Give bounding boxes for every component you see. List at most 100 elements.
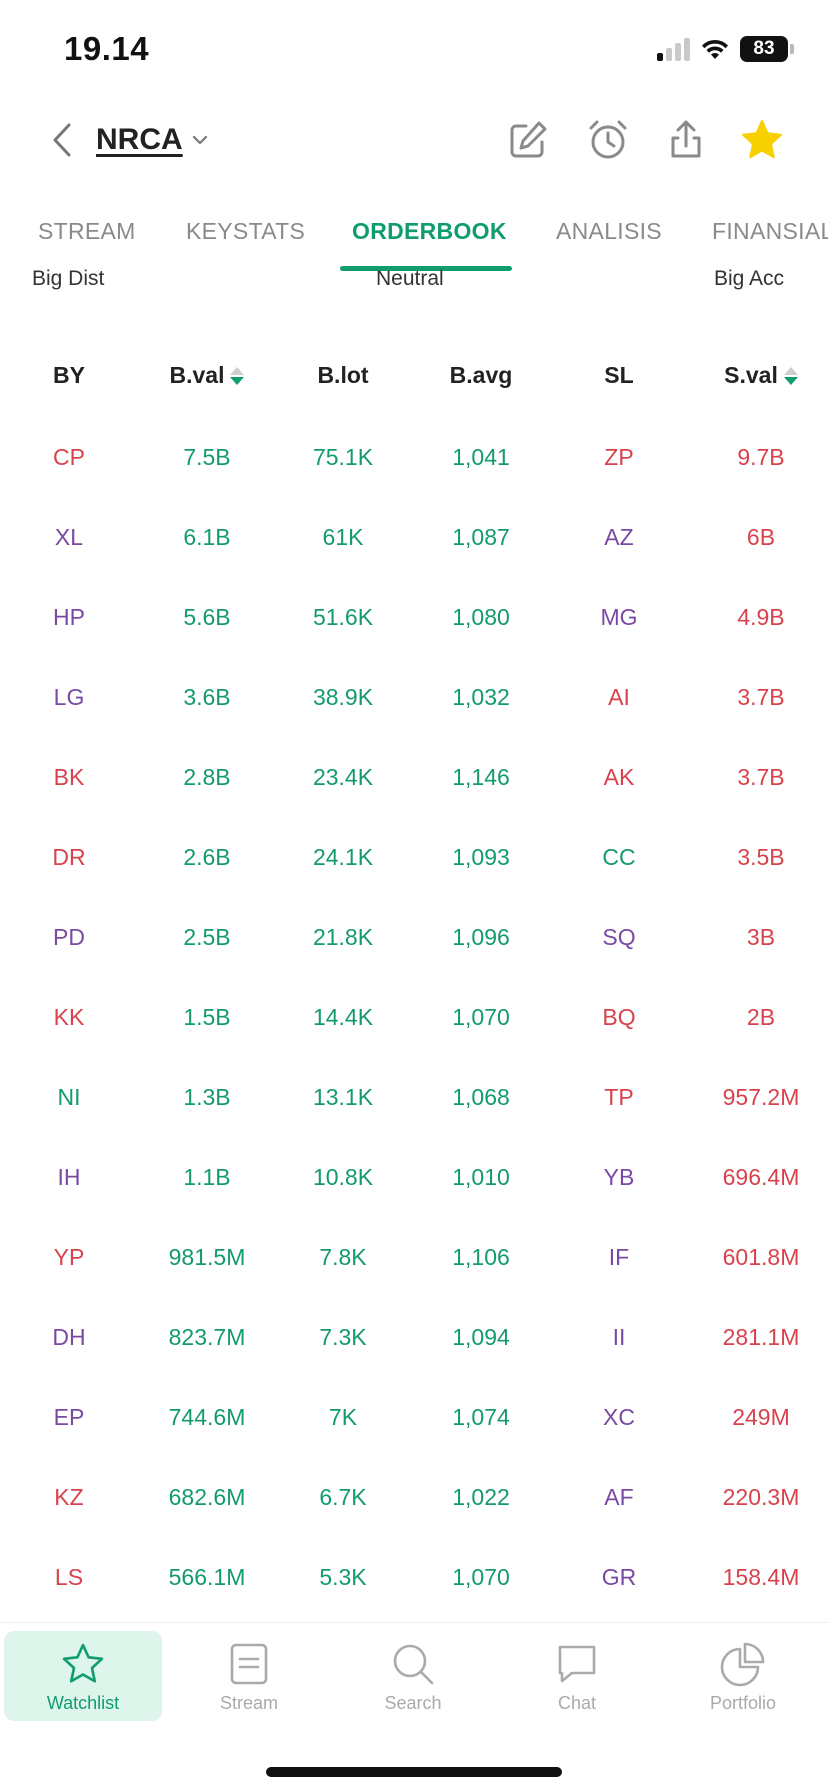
buy-lot-cell: 7K [328,1404,358,1430]
table-row[interactable]: LG 3.6B 38.9K 1,032 AI 3.7B [0,658,828,738]
buyer-broker-cell[interactable]: HP [4,604,134,631]
header-blot[interactable]: B.lot [278,362,408,389]
tab-keystats[interactable]: KEYSTATS [186,218,305,245]
buyer-broker-cell[interactable]: LS [4,1564,134,1591]
seller-broker-cell[interactable]: YB [554,1164,684,1191]
share-button[interactable] [662,116,710,164]
bottom-navigation: Watchlist Stream Search Chat Portfolio [0,1622,828,1792]
seller-broker-cell[interactable]: BQ [554,1004,684,1031]
buyer-broker-cell[interactable]: NI [4,1084,134,1111]
seller-broker-cell[interactable]: IF [554,1244,684,1271]
chat-icon [558,1645,596,1683]
status-icons: 83 [657,34,794,64]
buyer-broker-cell[interactable]: XL [4,524,134,551]
favorite-button[interactable] [738,116,786,164]
tab-analisis[interactable]: ANALISIS [556,218,662,245]
buyer-broker-cell[interactable]: CP [4,444,134,471]
home-indicator [266,1767,562,1777]
back-button[interactable] [40,118,84,162]
buyer-broker-cell[interactable]: BK [4,764,134,791]
nav-portfolio[interactable]: Portfolio [664,1631,822,1721]
table-row[interactable]: YP 981.5M 7.8K 1,106 IF 601.8M [0,1218,828,1298]
nav-stream[interactable]: Stream [170,1631,328,1721]
battery-icon: 83 [740,36,788,62]
star-icon [742,120,782,159]
seller-broker-cell[interactable]: AI [554,684,684,711]
document-icon [230,1643,268,1685]
tab-orderbook[interactable]: ORDERBOOK [352,218,507,245]
seller-broker-cell[interactable]: GR [554,1564,684,1591]
table-row[interactable]: PD 2.5B 21.8K 1,096 SQ 3B [0,898,828,978]
buy-avg-cell: 1,146 [452,764,510,790]
buy-value-cell: 3.6B [183,684,231,710]
buy-lot-cell: 10.8K [312,1164,374,1190]
ticker-selector[interactable]: NRCA [96,118,209,162]
header-sval-label: S.val [724,362,778,388]
tab-finansial[interactable]: FINANSIAL [712,218,828,245]
seller-broker-cell[interactable]: AZ [554,524,684,551]
nav-search[interactable]: Search [334,1631,492,1721]
nav-stream-label: Stream [219,1693,279,1713]
buyer-broker-cell[interactable]: KZ [4,1484,134,1511]
header-bval[interactable]: B.val [142,362,272,389]
buy-avg-cell: 1,041 [452,444,510,470]
buyer-broker-cell[interactable]: KK [4,1004,134,1031]
seller-broker-cell[interactable]: AF [554,1484,684,1511]
header: NRCA [0,100,828,184]
buyer-broker-cell[interactable]: LG [4,684,134,711]
buy-avg-cell: 1,087 [452,524,510,550]
table-row[interactable]: HP 5.6B 51.6K 1,080 MG 4.9B [0,578,828,658]
edit-button[interactable] [504,116,552,164]
seller-broker-cell[interactable]: AK [554,764,684,791]
buy-value-cell: 2.6B [183,844,231,870]
seller-broker-cell[interactable]: XC [554,1404,684,1431]
buy-value-cell: 566.1M [168,1564,246,1590]
sell-value-cell: 601.8M [722,1244,800,1270]
header-bavg[interactable]: B.avg [416,362,546,389]
table-row[interactable]: LS 566.1M 5.3K 1,070 GR 158.4M [0,1538,828,1618]
share-icon [671,120,701,158]
seller-broker-cell[interactable]: SQ [554,924,684,951]
table-row[interactable]: DR 2.6B 24.1K 1,093 CC 3.5B [0,818,828,898]
nav-chat[interactable]: Chat [498,1631,656,1721]
seller-broker-cell[interactable]: TP [554,1084,684,1111]
buyer-broker-cell[interactable]: IH [4,1164,134,1191]
distribution-right-label: Big Acc [714,267,785,290]
buy-avg-cell: 1,093 [452,844,510,870]
table-row[interactable]: KZ 682.6M 6.7K 1,022 AF 220.3M [0,1458,828,1538]
table-row[interactable]: DH 823.7M 7.3K 1,094 II 281.1M [0,1298,828,1378]
table-row[interactable]: CP 7.5B 75.1K 1,041 ZP 9.7B [0,418,828,498]
header-by[interactable]: BY [4,362,134,389]
sell-value-cell: 2B [746,1004,776,1030]
ticker-symbol: NRCA [96,123,183,156]
buyer-broker-cell[interactable]: PD [4,924,134,951]
sort-arrows-icon [783,366,798,385]
buy-lot-cell: 5.3K [319,1564,367,1590]
buy-avg-cell: 1,096 [452,924,510,950]
nav-watchlist[interactable]: Watchlist [4,1631,162,1721]
buyer-broker-cell[interactable]: DH [4,1324,134,1351]
seller-broker-cell[interactable]: MG [554,604,684,631]
table-row[interactable]: KK 1.5B 14.4K 1,070 BQ 2B [0,978,828,1058]
seller-broker-cell[interactable]: II [554,1324,684,1351]
table-row[interactable]: IH 1.1B 10.8K 1,010 YB 696.4M [0,1138,828,1218]
battery-level: 83 [753,38,775,59]
buyer-broker-cell[interactable]: YP [4,1244,134,1271]
tab-stream[interactable]: STREAM [38,218,136,245]
buy-value-cell: 6.1B [183,524,231,550]
buyer-broker-cell[interactable]: EP [4,1404,134,1431]
buyer-broker-cell[interactable]: DR [4,844,134,871]
seller-broker-cell[interactable]: CC [554,844,684,871]
seller-broker-cell[interactable]: ZP [554,444,684,471]
buy-value-cell: 744.6M [168,1404,246,1430]
buy-value-cell: 5.6B [183,604,231,630]
chevron-left-icon [53,123,71,157]
alarm-button[interactable] [584,116,632,164]
table-row[interactable]: XL 6.1B 61K 1,087 AZ 6B [0,498,828,578]
buy-avg-cell: 1,070 [452,1564,510,1590]
header-sl[interactable]: SL [554,362,684,389]
table-row[interactable]: BK 2.8B 23.4K 1,146 AK 3.7B [0,738,828,818]
header-sval[interactable]: S.val [696,362,826,389]
table-row[interactable]: EP 744.6M 7K 1,074 XC 249M [0,1378,828,1458]
table-row[interactable]: NI 1.3B 13.1K 1,068 TP 957.2M [0,1058,828,1138]
